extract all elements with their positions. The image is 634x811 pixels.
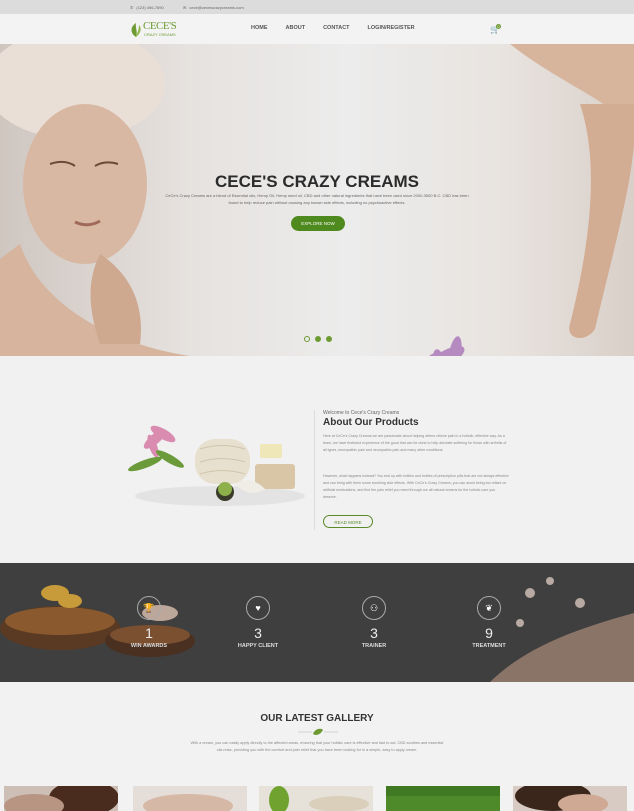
site-logo[interactable]: CECE'S CRAZY CREAMS bbox=[129, 20, 187, 40]
read-more-button[interactable]: READ MORE bbox=[323, 515, 373, 528]
trophy-icon: 🏆 bbox=[137, 596, 161, 620]
gallery-thumb-4[interactable] bbox=[386, 786, 500, 811]
hero-stones-image bbox=[425, 336, 471, 356]
spa-products-image bbox=[128, 425, 305, 506]
hero-feet-image bbox=[510, 44, 634, 339]
about-paragraph-2: However, what happens instead? You end u… bbox=[323, 474, 509, 499]
about-title: About Our Products bbox=[323, 417, 419, 428]
stat-value: 9 bbox=[485, 625, 493, 641]
stat-value: 3 bbox=[254, 625, 262, 641]
leaf-divider-icon bbox=[298, 728, 338, 735]
gallery-description: With a cream, you can easily apply direc… bbox=[190, 741, 444, 752]
slider-dot-2[interactable] bbox=[315, 336, 321, 342]
slider-dot-1[interactable] bbox=[304, 336, 310, 342]
explore-now-button[interactable]: EXPLORE NOW bbox=[291, 216, 345, 231]
gallery-section: OUR LATEST GALLERY With a cream, you can… bbox=[0, 682, 634, 811]
trainer-icon: ⚇ bbox=[362, 596, 386, 620]
cart-count: 0 bbox=[496, 24, 501, 29]
stat-trainer: ⚇ 3 TRAINER bbox=[334, 596, 414, 649]
mail-icon: ✉ bbox=[183, 5, 187, 10]
hero-description: CeCe's Crazy Creams are a blend of Essen… bbox=[165, 193, 469, 205]
stat-label: WIN AWARDS bbox=[130, 643, 168, 649]
hero-slider: CECE'S CRAZY CREAMS CeCe's Crazy Creams … bbox=[0, 44, 634, 356]
email-contact[interactable]: ✉ cece@cecescrazycreams.com bbox=[183, 5, 244, 10]
leaf-logo-icon bbox=[131, 23, 141, 37]
heart-icon: ♥ bbox=[246, 596, 270, 620]
slider-dot-3[interactable] bbox=[326, 336, 332, 342]
gallery-thumb-1[interactable] bbox=[4, 786, 118, 811]
nav-menu: HOME ABOUT CONTACT LOGIN/REGISTER bbox=[251, 25, 415, 31]
cart-button[interactable]: 🛒 0 bbox=[490, 24, 501, 34]
top-bar: ✆ (123) 456-7890 ✉ cece@cecescrazycreams… bbox=[0, 0, 634, 14]
hero-title: CECE'S CRAZY CREAMS bbox=[215, 172, 419, 191]
about-paragraph-1: Here at CeCe's Crazy Creams we are passi… bbox=[323, 434, 507, 452]
phone-number: (123) 456-7890 bbox=[136, 5, 164, 10]
stats-band: 🏆 1 WIN AWARDS ♥ 3 HAPPY CLIENT ⚇ 3 TRAI… bbox=[0, 563, 634, 682]
gallery-thumb-3[interactable] bbox=[259, 786, 373, 811]
stat-label: TRAINER bbox=[361, 643, 387, 649]
logo-brand: CECE'S bbox=[143, 20, 177, 32]
about-section: Welcome to Cece's Crazy Creams About Our… bbox=[0, 356, 634, 563]
stat-label: TREATMENT bbox=[472, 643, 506, 649]
about-divider bbox=[314, 410, 315, 530]
main-navbar: CECE'S CRAZY CREAMS HOME ABOUT CONTACT L… bbox=[0, 14, 634, 45]
stat-happy-client: ♥ 3 HAPPY CLIENT bbox=[218, 596, 298, 649]
gallery-title: OUR LATEST GALLERY bbox=[260, 713, 374, 724]
gallery-thumbnails bbox=[4, 786, 634, 811]
stat-win-awards: 🏆 1 WIN AWARDS bbox=[109, 596, 189, 649]
nav-item-contact[interactable]: CONTACT bbox=[323, 25, 349, 31]
nav-item-login-register[interactable]: LOGIN/REGISTER bbox=[368, 25, 415, 31]
logo-tagline: CRAZY CREAMS bbox=[144, 32, 176, 37]
stat-value: 3 bbox=[370, 625, 378, 641]
email-address: cece@cecescrazycreams.com bbox=[189, 5, 244, 10]
treatment-icon: ❦ bbox=[477, 596, 501, 620]
phone-contact[interactable]: ✆ (123) 456-7890 bbox=[130, 5, 164, 10]
nav-item-home[interactable]: HOME bbox=[251, 25, 268, 31]
nav-item-about[interactable]: ABOUT bbox=[286, 25, 306, 31]
about-kicker: Welcome to Cece's Crazy Creams bbox=[323, 410, 400, 416]
gallery-thumb-2[interactable] bbox=[133, 786, 247, 811]
stat-value: 1 bbox=[145, 625, 153, 641]
stat-label: HAPPY CLIENT bbox=[237, 643, 279, 649]
stat-treatment: ❦ 9 TREATMENT bbox=[449, 596, 529, 649]
phone-icon: ✆ bbox=[130, 5, 134, 10]
gallery-thumb-5[interactable] bbox=[513, 786, 627, 811]
slider-dots bbox=[304, 336, 332, 342]
